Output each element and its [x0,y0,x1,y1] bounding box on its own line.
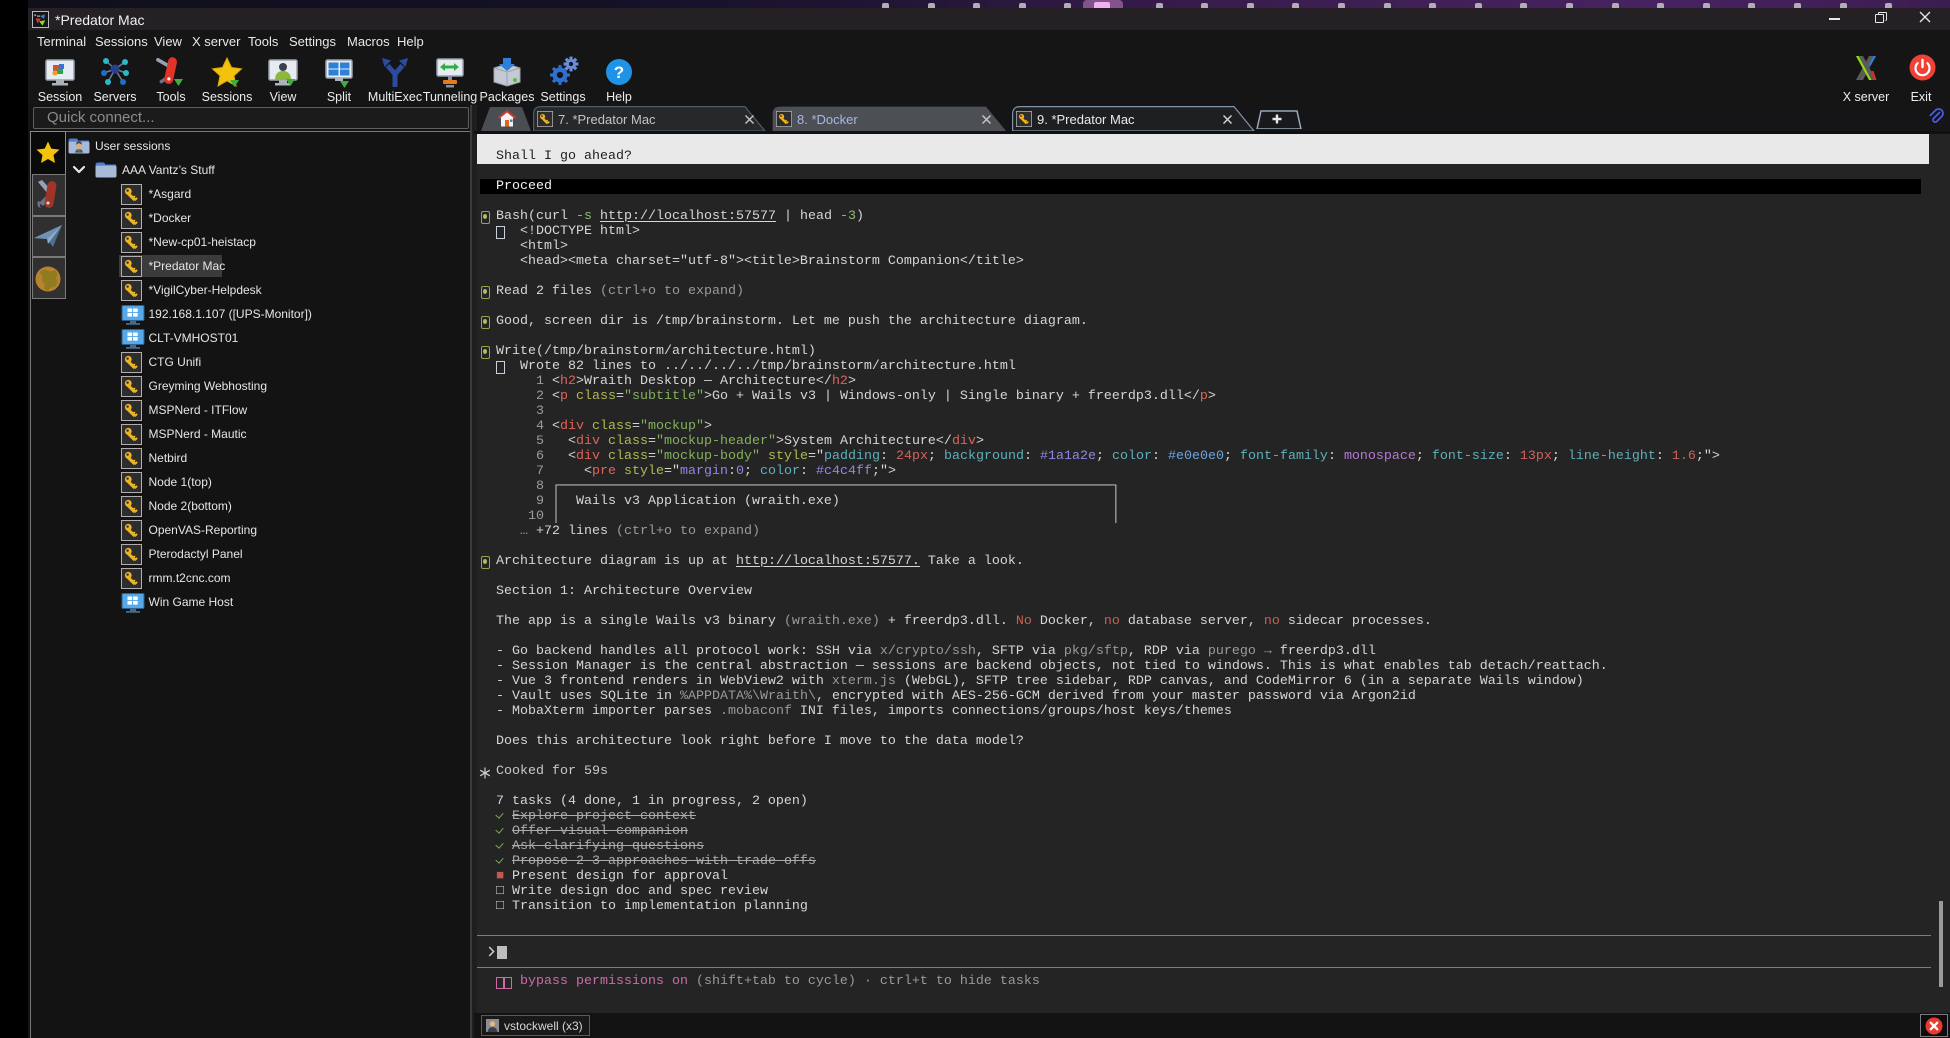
svg-text:?: ? [614,63,624,82]
